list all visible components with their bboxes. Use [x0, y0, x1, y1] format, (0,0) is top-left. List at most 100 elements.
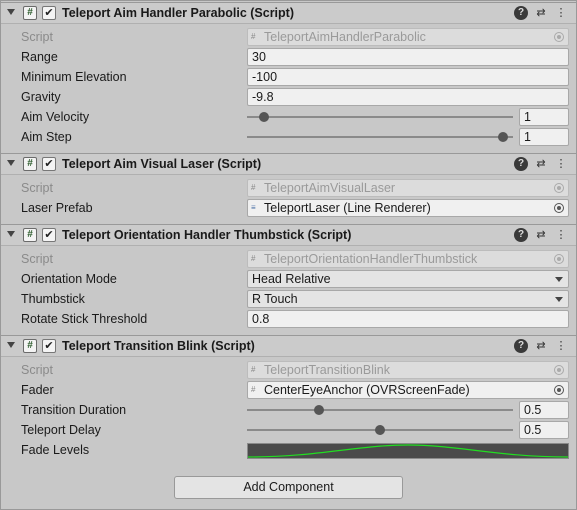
chevron-down-icon — [555, 277, 563, 282]
kebab-menu-icon[interactable]: ⋮ — [554, 339, 568, 353]
help-icon[interactable]: ? — [514, 6, 528, 20]
foldout-triangle-icon[interactable] — [7, 160, 15, 166]
presets-icon[interactable]: ⇄ — [534, 339, 548, 353]
kebab-menu-icon[interactable]: ⋮ — [554, 6, 568, 20]
component-title: Teleport Orientation Handler Thumbstick … — [62, 228, 352, 242]
transition-duration-slider-thumb[interactable] — [313, 405, 324, 415]
fader-row: Fader # CenterEyeAnchor (OVRScreenFade) — [1, 380, 576, 400]
range-input[interactable]: 30 — [247, 48, 569, 66]
script-row: Script # TeleportTransitionBlink — [1, 360, 576, 380]
aim-step-slider-thumb[interactable] — [498, 132, 508, 142]
presets-icon[interactable]: ⇄ — [534, 157, 548, 171]
component-header-orientation-handler-thumbstick[interactable]: # ✔ Teleport Orientation Handler Thumbst… — [1, 224, 576, 246]
script-field: # TeleportOrientationHandlerThumbstick — [247, 250, 569, 268]
presets-icon[interactable]: ⇄ — [534, 228, 548, 242]
fade-levels-curve-field[interactable] — [247, 443, 569, 459]
aim-velocity-input[interactable]: 1 — [519, 108, 569, 126]
enabled-checkbox[interactable]: ✔ — [42, 339, 56, 353]
transition-duration-slider[interactable] — [247, 409, 513, 411]
aim-velocity-label: Aim Velocity — [21, 110, 90, 124]
foldout-triangle-icon[interactable] — [7, 231, 15, 237]
orientation-mode-dropdown[interactable]: Head Relative — [247, 270, 569, 288]
teleport-delay-input[interactable]: 0.5 — [519, 421, 569, 439]
aim-step-slider[interactable] — [247, 136, 513, 138]
script-label: Script — [21, 30, 53, 44]
fader-field[interactable]: # CenterEyeAnchor (OVRScreenFade) — [247, 381, 569, 399]
thumbstick-dropdown[interactable]: R Touch — [247, 290, 569, 308]
teleport-delay-slider-thumb[interactable] — [375, 425, 385, 435]
script-icon: # — [251, 385, 256, 394]
transition-duration-input[interactable]: 0.5 — [519, 401, 569, 419]
thumbstick-value: R Touch — [252, 292, 298, 306]
script-label: Script — [21, 363, 53, 377]
teleport-delay-row: Teleport Delay 0.5 — [1, 420, 576, 440]
rotate-stick-threshold-input[interactable]: 0.8 — [247, 310, 569, 328]
script-icon: # — [251, 183, 256, 192]
script-row: Script # TeleportAimHandlerParabolic — [1, 27, 576, 47]
teleport-delay-label: Teleport Delay — [21, 423, 101, 437]
fade-curve-graph — [247, 444, 569, 458]
fader-label: Fader — [21, 383, 54, 397]
thumbstick-label: Thumbstick — [21, 292, 85, 306]
help-icon[interactable]: ? — [514, 228, 528, 242]
component-header-aim-visual-laser[interactable]: # ✔ Teleport Aim Visual Laser (Script) ?… — [1, 153, 576, 175]
orientation-mode-value: Head Relative — [252, 272, 331, 286]
gravity-input[interactable]: -9.8 — [247, 88, 569, 106]
object-picker-icon — [554, 32, 564, 42]
fade-levels-label: Fade Levels — [21, 443, 90, 457]
aim-step-input[interactable]: 1 — [519, 128, 569, 146]
aim-velocity-row: Aim Velocity 1 — [1, 107, 576, 127]
kebab-menu-icon[interactable]: ⋮ — [554, 157, 568, 171]
aim-step-row: Aim Step 1 — [1, 127, 576, 147]
script-label: Script — [21, 181, 53, 195]
script-field: # TeleportAimVisualLaser — [247, 179, 569, 197]
line-renderer-icon: ≡ — [251, 203, 256, 212]
script-row: Script # TeleportAimVisualLaser — [1, 178, 576, 198]
script-icon: # — [23, 157, 37, 171]
object-picker-icon — [554, 254, 564, 264]
rotate-stick-threshold-label: Rotate Stick Threshold — [21, 312, 148, 326]
enabled-checkbox[interactable]: ✔ — [42, 228, 56, 242]
add-component-button[interactable]: Add Component — [174, 476, 403, 499]
object-picker-icon[interactable] — [554, 385, 564, 395]
enabled-checkbox[interactable]: ✔ — [42, 157, 56, 171]
presets-icon[interactable]: ⇄ — [534, 6, 548, 20]
aim-velocity-slider[interactable] — [247, 116, 513, 118]
aim-velocity-slider-thumb[interactable] — [259, 112, 270, 122]
foldout-triangle-icon[interactable] — [7, 9, 15, 15]
foldout-triangle-icon[interactable] — [7, 342, 15, 348]
script-icon: # — [251, 365, 256, 374]
help-icon[interactable]: ? — [514, 339, 528, 353]
script-value: TeleportAimHandlerParabolic — [264, 30, 426, 44]
script-label: Script — [21, 252, 53, 266]
component-header-aim-handler-parabolic[interactable]: # ✔ Teleport Aim Handler Parabolic (Scri… — [1, 2, 576, 24]
range-label: Range — [21, 50, 58, 64]
object-picker-icon[interactable] — [554, 203, 564, 213]
script-icon: # — [251, 254, 256, 263]
minimum-elevation-row: Minimum Elevation -100 — [1, 67, 576, 87]
kebab-menu-icon[interactable]: ⋮ — [554, 228, 568, 242]
fader-value: CenterEyeAnchor (OVRScreenFade) — [264, 383, 470, 397]
laser-prefab-label: Laser Prefab — [21, 201, 93, 215]
script-field: # TeleportAimHandlerParabolic — [247, 28, 569, 46]
chevron-down-icon — [555, 297, 563, 302]
laser-prefab-field[interactable]: ≡ TeleportLaser (Line Renderer) — [247, 199, 569, 217]
minimum-elevation-label: Minimum Elevation — [21, 70, 127, 84]
orientation-mode-label: Orientation Mode — [21, 272, 117, 286]
enabled-checkbox[interactable]: ✔ — [42, 6, 56, 20]
script-icon: # — [23, 6, 37, 20]
component-header-transition-blink[interactable]: # ✔ Teleport Transition Blink (Script) ?… — [1, 335, 576, 357]
orientation-mode-row: Orientation Mode Head Relative — [1, 269, 576, 289]
object-picker-icon — [554, 183, 564, 193]
rotate-stick-threshold-row: Rotate Stick Threshold 0.8 — [1, 309, 576, 329]
gravity-row: Gravity -9.8 — [1, 87, 576, 107]
laser-prefab-row: Laser Prefab ≡ TeleportLaser (Line Rende… — [1, 198, 576, 218]
transition-duration-row: Transition Duration 0.5 — [1, 400, 576, 420]
minimum-elevation-input[interactable]: -100 — [247, 68, 569, 86]
help-icon[interactable]: ? — [514, 157, 528, 171]
component-title: Teleport Transition Blink (Script) — [62, 339, 255, 353]
component-title: Teleport Aim Visual Laser (Script) — [62, 157, 262, 171]
script-value: TeleportAimVisualLaser — [264, 181, 396, 195]
script-value: TeleportTransitionBlink — [264, 363, 390, 377]
object-picker-icon — [554, 365, 564, 375]
